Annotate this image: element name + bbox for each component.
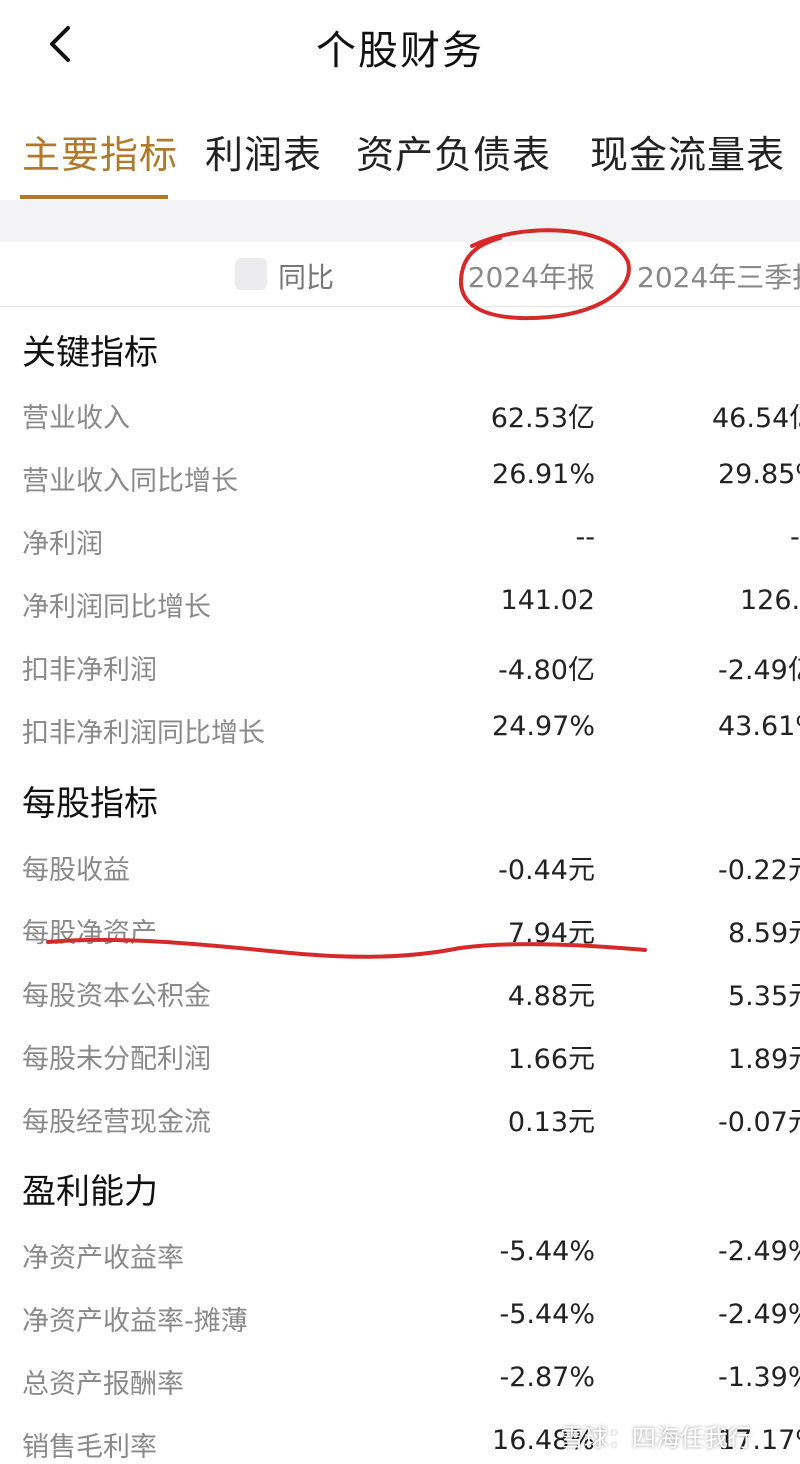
row-value-q3: 29.85%	[718, 459, 800, 490]
row-label: 营业收入	[22, 403, 130, 434]
row-value-annual: 26.91%	[492, 459, 595, 490]
section-divider	[0, 200, 800, 242]
row-value-annual: 62.53亿	[490, 403, 595, 434]
row-label: 净资产收益率-摊薄	[22, 1306, 248, 1337]
page-title: 个股财务	[316, 28, 484, 74]
section-title-profitability: 盈利能力	[22, 1172, 158, 1212]
row-label: 销售毛利率	[22, 1432, 157, 1463]
period-header-2024-annual[interactable]: 2024年报	[468, 256, 595, 296]
period-header-2024-q3[interactable]: 2024年三季报	[637, 256, 800, 296]
row-value-q3: 126.2	[740, 585, 800, 616]
row-value-annual: 4.88元	[507, 981, 595, 1012]
row-value-annual: -0.44元	[498, 855, 595, 886]
row-value-q3: -2.49%	[718, 1299, 800, 1330]
row-value-annual: 0.13元	[507, 1107, 595, 1138]
tab-cash-flow[interactable]: 现金流量表	[590, 124, 785, 179]
row-label: 扣非净利润	[22, 655, 157, 686]
watermark: 雪球：四海任我行	[560, 1424, 752, 1452]
column-header: 同比 2024年报 2024年三季报	[0, 242, 800, 307]
row-value-q3: -2.49亿	[718, 655, 800, 686]
navigation-bar: 个股财务	[0, 0, 800, 90]
active-tab-indicator	[20, 195, 168, 199]
row-value-q3: -	[790, 522, 800, 553]
section-title-per-share: 每股指标	[22, 784, 158, 824]
tab-balance-sheet[interactable]: 资产负债表	[356, 124, 551, 179]
row-label: 净资产收益率	[22, 1243, 184, 1274]
row-value-q3: 5.35元	[728, 981, 800, 1012]
row-label: 营业收入同比增长	[22, 466, 238, 497]
row-value-q3: -0.22元	[718, 855, 800, 886]
row-value-annual: -5.44%	[499, 1299, 595, 1330]
row-value-annual: -4.80亿	[498, 655, 595, 686]
row-value-annual: -5.44%	[499, 1236, 595, 1267]
tab-bar: 主要指标 利润表 资产负债表 现金流量表	[0, 110, 800, 201]
row-label: 每股资本公积金	[22, 981, 211, 1012]
row-value-annual: --	[575, 522, 596, 553]
row-value-annual: 24.97%	[492, 711, 595, 742]
row-value-q3: -1.39%	[718, 1362, 800, 1393]
row-value-annual: 1.66元	[507, 1044, 595, 1075]
yoy-label[interactable]: 同比	[278, 256, 334, 296]
row-label: 每股经营现金流	[22, 1107, 211, 1138]
row-value-q3: 46.54亿	[712, 403, 800, 434]
row-label: 净利润同比增长	[22, 592, 211, 623]
row-label: 扣非净利润同比增长	[22, 718, 265, 749]
row-value-q3: -2.49%	[718, 1236, 800, 1267]
row-label: 每股净资产	[22, 918, 157, 949]
row-value-q3: 8.59元	[728, 918, 800, 949]
yoy-checkbox[interactable]	[235, 258, 267, 290]
row-value-q3: 43.61%	[718, 711, 800, 742]
tab-income-statement[interactable]: 利润表	[205, 124, 322, 179]
row-label: 每股未分配利润	[22, 1044, 211, 1075]
section-title-key-indicators: 关键指标	[22, 333, 158, 373]
row-label: 总资产报酬率	[22, 1369, 184, 1400]
row-value-annual: 141.02	[500, 585, 595, 616]
row-value-annual: -2.87%	[499, 1362, 595, 1393]
row-value-q3: 1.89元	[728, 1044, 800, 1075]
tab-main-indicators[interactable]: 主要指标	[22, 124, 178, 179]
row-value-annual: 7.94元	[507, 918, 595, 949]
row-value-q3: -0.07元	[718, 1107, 800, 1138]
row-label: 每股收益	[22, 855, 130, 886]
row-label: 净利润	[22, 529, 103, 560]
